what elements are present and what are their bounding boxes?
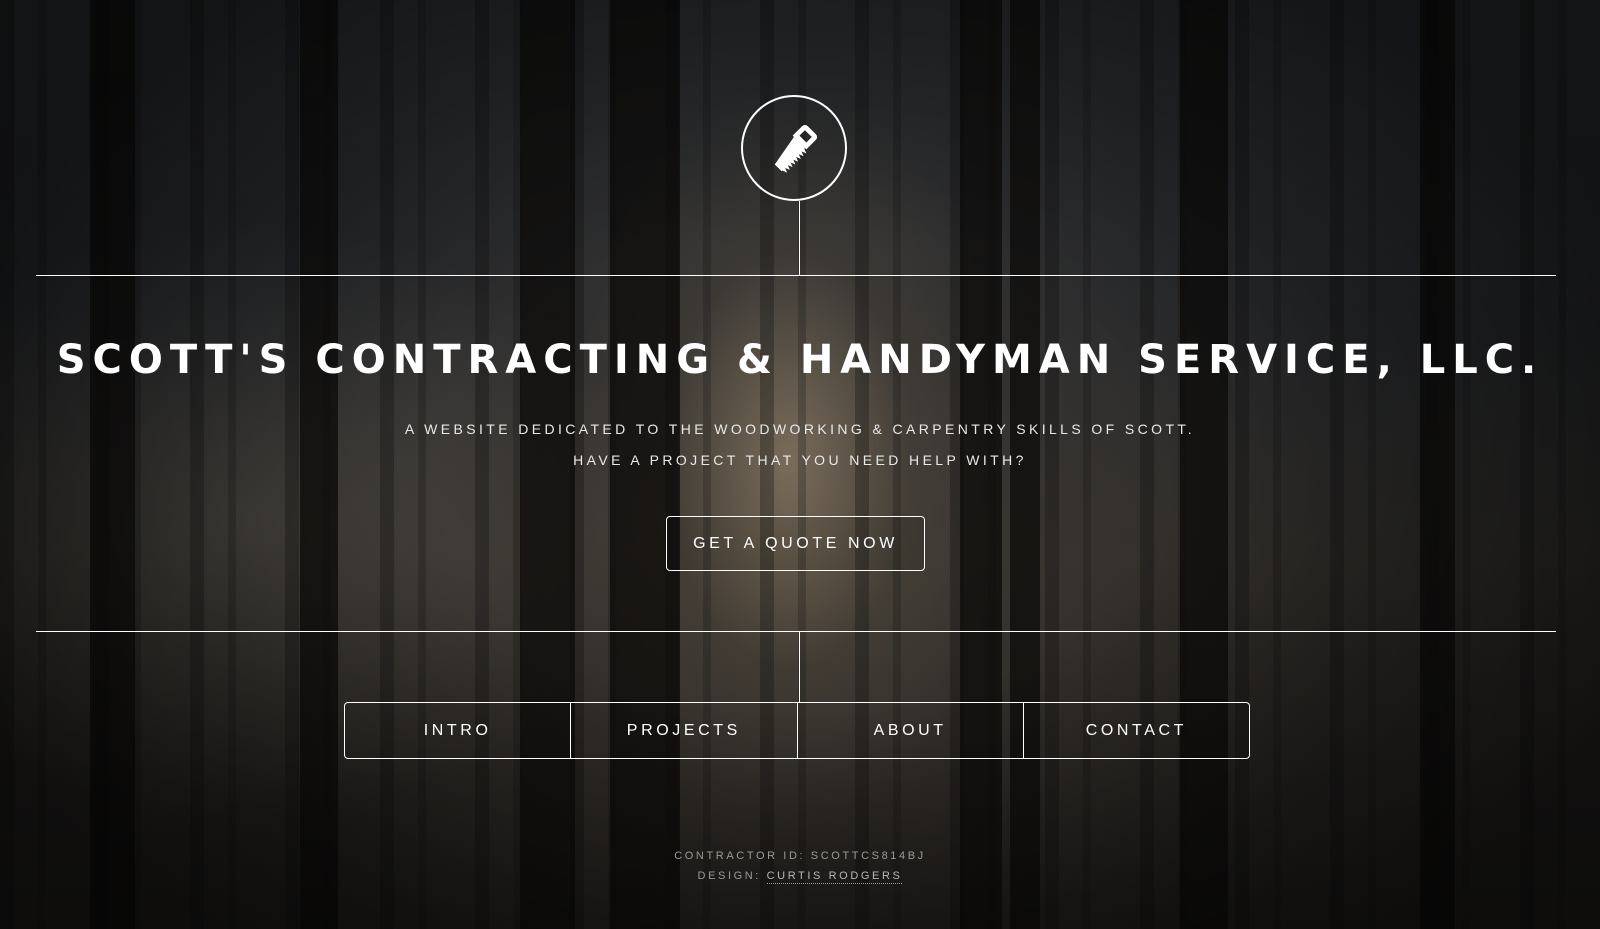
nav-item-about[interactable]: ABOUT bbox=[796, 703, 1023, 758]
nav-item-contact[interactable]: CONTACT bbox=[1022, 703, 1249, 758]
contractor-id: CONTRACTOR ID: SCOTTCS814BJ bbox=[674, 850, 926, 862]
bottom-divider bbox=[36, 631, 1556, 632]
main-nav: INTRO PROJECTS ABOUT CONTACT bbox=[344, 702, 1250, 759]
nav-connector-line bbox=[799, 631, 800, 702]
nav-item-projects[interactable]: PROJECTS bbox=[570, 703, 796, 758]
top-divider bbox=[36, 275, 1556, 276]
site-title: SCOTT'S CONTRACTING & HANDYMAN SERVICE, … bbox=[56, 337, 1544, 383]
logo-connector-line bbox=[799, 201, 800, 275]
tagline-line-1: A WEBSITE DEDICATED TO THE WOODWORKING &… bbox=[404, 421, 1196, 437]
designer-link[interactable]: CURTIS RODGERS bbox=[766, 870, 903, 884]
tagline-line-2: HAVE A PROJECT THAT YOU NEED HELP WITH? bbox=[573, 452, 1027, 468]
saw-icon bbox=[774, 124, 818, 173]
design-credit: DESIGN: CURTIS RODGERS bbox=[0, 870, 1600, 884]
design-credit-prefix: DESIGN: bbox=[697, 870, 761, 882]
nav-item-intro[interactable]: INTRO bbox=[345, 703, 570, 758]
logo bbox=[741, 95, 847, 201]
page: SCOTT'S CONTRACTING & HANDYMAN SERVICE, … bbox=[0, 0, 1600, 929]
get-quote-button[interactable]: GET A QUOTE NOW bbox=[666, 516, 925, 571]
